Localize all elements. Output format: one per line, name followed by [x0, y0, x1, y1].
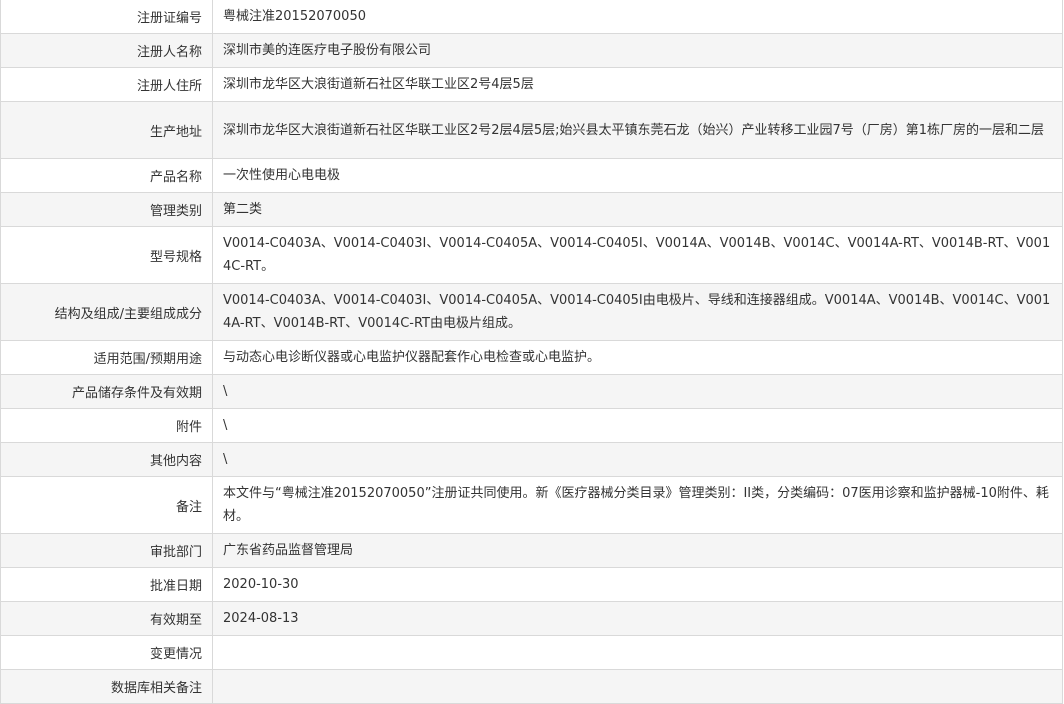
- field-value: 粤械注准20152070050: [223, 9, 366, 24]
- field-label: 附件: [0, 408, 213, 443]
- row-other-content: 其他内容 \: [0, 442, 1063, 477]
- field-label: 结构及组成/主要组成成分: [0, 283, 213, 341]
- field-label: 注册证编号: [0, 0, 213, 34]
- registration-record-table: 注册证编号 粤械注准20152070050 注册人名称 深圳市美的连医疗电子股份…: [0, 0, 1063, 704]
- row-management-category: 管理类别 第二类: [0, 192, 1063, 227]
- field-value: [213, 670, 1063, 704]
- row-remarks: 备注 本文件与“粤械注准20152070050”注册证共同使用。新《医疗器械分类…: [0, 476, 1063, 534]
- field-label: 适用范围/预期用途: [0, 340, 213, 375]
- field-label: 管理类别: [0, 192, 213, 227]
- field-label: 型号规格: [0, 226, 213, 284]
- row-intended-use: 适用范围/预期用途 与动态心电诊断仪器或心电监护仪器配套作心电检查或心电监护。: [0, 340, 1063, 375]
- field-value: \: [223, 418, 228, 433]
- row-product-name: 产品名称 一次性使用心电电极: [0, 158, 1063, 193]
- field-value: 第二类: [223, 202, 263, 217]
- field-value: 深圳市美的连医疗电子股份有限公司: [223, 43, 432, 58]
- field-label: 审批部门: [0, 533, 213, 568]
- field-value: [213, 636, 1063, 670]
- field-value: V0014-C0403A、V0014-C0403I、V0014-C0405A、V…: [223, 236, 1051, 274]
- field-value: 本文件与“粤械注准20152070050”注册证共同使用。新《医疗器械分类目录》…: [223, 486, 1049, 524]
- field-label: 产品储存条件及有效期: [0, 374, 213, 409]
- field-value: 广东省药品监督管理局: [223, 543, 354, 558]
- field-label: 产品名称: [0, 158, 213, 193]
- row-storage-validity: 产品储存条件及有效期 \: [0, 374, 1063, 409]
- row-model-specification: 型号规格 V0014-C0403A、V0014-C0403I、V0014-C04…: [0, 226, 1063, 284]
- field-value: 深圳市龙华区大浪街道新石社区华联工业区2号2层4层5层;始兴县太平镇东莞石龙（始…: [223, 122, 1045, 138]
- field-value: V0014-C0403A、V0014-C0403I、V0014-C0405A、V…: [223, 293, 1051, 331]
- row-production-address: 生产地址 深圳市龙华区大浪街道新石社区华联工业区2号2层4层5层;始兴县太平镇东…: [0, 101, 1063, 159]
- field-value: 深圳市龙华区大浪街道新石社区华联工业区2号4层5层: [223, 77, 534, 92]
- row-change-status: 变更情况: [0, 635, 1063, 670]
- field-label: 注册人住所: [0, 67, 213, 102]
- row-approval-department: 审批部门 广东省药品监督管理局: [0, 533, 1063, 568]
- field-value: 2020-10-30: [223, 577, 299, 592]
- field-value: 一次性使用心电电极: [223, 168, 341, 183]
- row-registration-number: 注册证编号 粤械注准20152070050: [0, 0, 1063, 34]
- row-attachments: 附件 \: [0, 408, 1063, 443]
- row-valid-until: 有效期至 2024-08-13: [0, 601, 1063, 636]
- row-registrant-name: 注册人名称 深圳市美的连医疗电子股份有限公司: [0, 33, 1063, 68]
- field-value: 2024-08-13: [223, 611, 299, 626]
- field-value: \: [223, 452, 228, 467]
- field-label: 有效期至: [0, 601, 213, 636]
- row-registrant-address: 注册人住所 深圳市龙华区大浪街道新石社区华联工业区2号4层5层: [0, 67, 1063, 102]
- field-label: 批准日期: [0, 567, 213, 602]
- row-approval-date: 批准日期 2020-10-30: [0, 567, 1063, 602]
- field-label: 数据库相关备注: [0, 669, 213, 704]
- field-label: 生产地址: [0, 101, 213, 159]
- field-label: 其他内容: [0, 442, 213, 477]
- field-label: 注册人名称: [0, 33, 213, 68]
- field-label: 变更情况: [0, 635, 213, 670]
- field-label: 备注: [0, 476, 213, 534]
- row-structure-composition: 结构及组成/主要组成成分 V0014-C0403A、V0014-C0403I、V…: [0, 283, 1063, 341]
- field-value: \: [223, 384, 228, 399]
- field-value: 与动态心电诊断仪器或心电监护仪器配套作心电检查或心电监护。: [223, 350, 601, 365]
- row-database-remarks: 数据库相关备注: [0, 669, 1063, 704]
